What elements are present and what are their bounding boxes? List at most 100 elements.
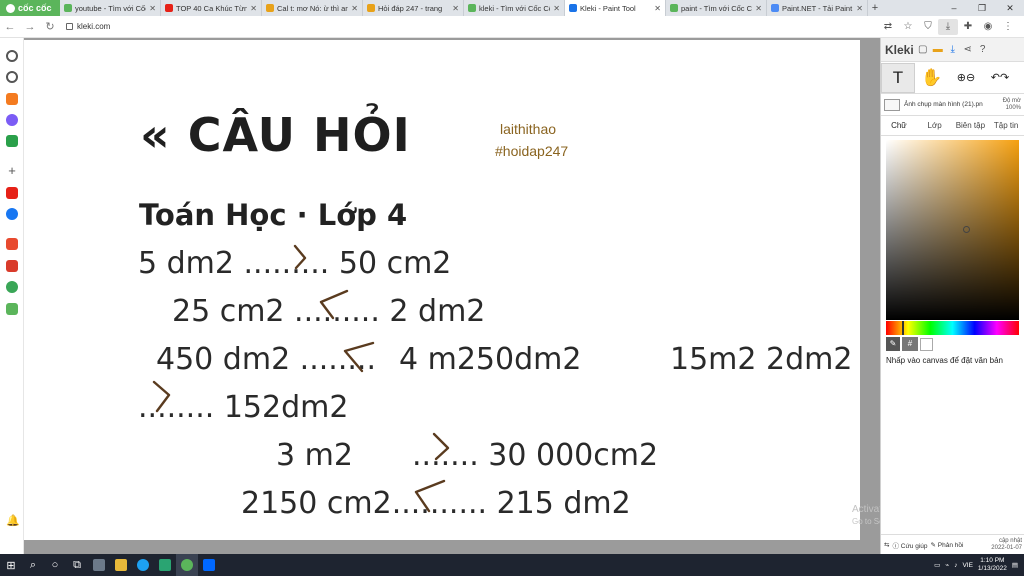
music-icon[interactable] [6,281,18,293]
edge-icon[interactable] [132,554,154,576]
facebook-icon[interactable] [6,208,18,220]
help-link[interactable]: ⓘ Cứu giúp [892,540,927,550]
undo-redo-button[interactable]: ↶↷ [983,63,1017,93]
color-picker-handle[interactable] [963,226,970,233]
feedback-link[interactable]: ✎ Phản hồi [931,541,964,549]
coccoc-favicon-icon [468,4,476,12]
hue-slider-handle[interactable] [902,321,904,335]
kleki-side-panel: Kleki ▢ ▬ ⤓ ⋖ ? T ✋ ⊕⊖ ↶↷ Ảnh chụp màn h… [880,38,1024,554]
clock[interactable]: 1:10 PM 1/13/2022 [978,557,1007,573]
windows-start-icon[interactable]: ⊞ [0,554,22,576]
kleki-workspace[interactable]: « CÂU HỎI laithithao #hoidap247 Toán Học… [24,38,880,554]
download-icon[interactable]: ⤓ [947,44,959,56]
youtube-icon[interactable] [6,187,18,199]
browser-tab[interactable]: Paint.NET - Tải Paint ✕ [767,0,868,16]
system-tray: ▭ ⌁ ♪ VIE 1:10 PM 1/13/2022 ▤ [934,557,1024,573]
language-indicator[interactable]: VIE [962,562,972,569]
secondary-color-swatch[interactable] [920,337,933,351]
notes-icon[interactable] [6,303,18,315]
tab-strip: cốc cốc youtube - Tìm với Cốc Cốc✕ TOP 4… [0,0,1024,16]
close-tab-icon[interactable]: ✕ [654,4,661,13]
browser-tab-active[interactable]: Kleki - Paint Tool ✕ [565,0,666,16]
hue-slider[interactable] [886,321,1019,335]
layer-row[interactable]: Ảnh chụp màn hình (21).pn Độ mờ 100% [881,94,1024,116]
zoom-button[interactable]: ⊕⊖ [949,63,983,93]
close-tab-icon[interactable]: ✕ [452,4,459,13]
close-tab-icon[interactable]: ✕ [351,4,358,13]
keyboard-icon[interactable]: ▭ [934,561,940,569]
text-tool-button[interactable]: T [881,62,915,93]
new-file-icon[interactable]: ▢ [917,44,929,56]
shield-icon[interactable]: ⛉ [918,19,938,35]
restore-icon[interactable]: ❐ [968,0,996,16]
layer-opacity: Độ mờ 100% [1002,97,1021,111]
browser-tab[interactable]: youtube - Tìm với Cốc Cốc✕ [60,0,161,16]
zalo-icon[interactable] [198,554,220,576]
translate-icon[interactable]: ⇄ [878,19,898,35]
bookmark-star-icon[interactable]: ☆ [898,19,918,35]
notifications-icon[interactable]: ▤ [1012,561,1018,569]
history-icon[interactable] [6,71,18,83]
folder-icon[interactable]: ▬ [932,44,944,56]
extensions-icon[interactable]: ✚ [958,19,978,35]
forward-icon[interactable]: → [20,21,40,33]
browser-tab[interactable]: kleki - Tìm với Cốc Cốc ✕ [464,0,565,16]
task-view-icon[interactable]: ⧉ [66,554,88,576]
game-icon[interactable] [6,135,18,147]
drawing-canvas[interactable]: « CÂU HỎI laithithao #hoidap247 Toán Học… [24,40,860,540]
back-icon[interactable]: ← [0,21,20,33]
eyedropper-icon[interactable]: ✎ [886,337,900,351]
browser-tab[interactable]: Hỏi đáp 247 - trang ✕ [363,0,464,16]
close-tab-icon[interactable]: ✕ [553,4,560,13]
youtube-favicon-icon [165,4,173,12]
close-tab-icon[interactable]: ✕ [755,4,762,13]
new-tab-button[interactable]: + [868,0,882,16]
settings-icon[interactable] [6,50,18,62]
sway-icon[interactable] [154,554,176,576]
tab-file[interactable]: Tập tin [988,116,1024,135]
volume-icon[interactable]: ♪ [954,562,957,569]
greater-than-mark [432,432,450,461]
close-tab-icon[interactable]: ✕ [250,4,257,13]
color-controls: ✎ # [886,337,1019,351]
notification-bell-icon[interactable]: 🔔 [6,515,20,527]
shopping-icon[interactable] [6,238,18,250]
browser-logo[interactable]: cốc cốc [0,0,60,16]
cortana-icon[interactable]: ○ [44,554,66,576]
browser-tab[interactable]: TOP 40 Ca Khúc Từng ✕ [161,0,262,16]
swap-icon[interactable]: ⇆ [884,541,889,549]
search-icon[interactable]: ⌕ [22,554,44,576]
help-icon[interactable]: ? [977,44,989,56]
messenger-icon[interactable] [6,114,18,126]
tool-row: T ✋ ⊕⊖ ↶↷ [881,62,1024,94]
hex-input-button[interactable]: # [902,337,918,351]
lock-icon [66,23,73,30]
minimize-icon[interactable]: – [940,0,968,16]
store-icon[interactable] [88,554,110,576]
color-picker[interactable] [886,140,1019,320]
browser-tab[interactable]: paint - Tìm với Cốc Cốc ✕ [666,0,767,16]
coccoc-taskbar-icon[interactable] [176,554,198,576]
close-window-icon[interactable]: ✕ [996,0,1024,16]
less-than-mark [414,479,446,513]
add-icon[interactable]: + [6,164,18,177]
crown-icon[interactable] [6,93,18,105]
close-tab-icon[interactable]: ✕ [856,4,863,13]
download-icon[interactable]: ⤓ [938,18,958,35]
browser-tab[interactable]: Cal t: mơ Nó: ừ thì anh ✕ [262,0,363,16]
reload-icon[interactable]: ↻ [40,20,60,33]
tab-text[interactable]: Chữ [881,116,917,135]
tab-edit[interactable]: Biên tập [953,116,989,135]
url-field[interactable]: kleki.com [66,22,110,31]
profile-icon[interactable]: ◉ [978,19,998,35]
close-tab-icon[interactable]: ✕ [149,4,156,13]
less-than-mark [319,289,349,320]
file-explorer-icon[interactable] [110,554,132,576]
hand-tool-button[interactable]: ✋ [915,63,949,93]
tab-layers[interactable]: Lớp [917,116,953,135]
calendar-icon[interactable] [6,260,18,272]
network-icon[interactable]: ⌁ [945,561,949,569]
share-icon[interactable]: ⋖ [962,44,974,56]
menu-icon[interactable]: ⋮ [998,19,1018,35]
less-than-mark [343,341,375,373]
